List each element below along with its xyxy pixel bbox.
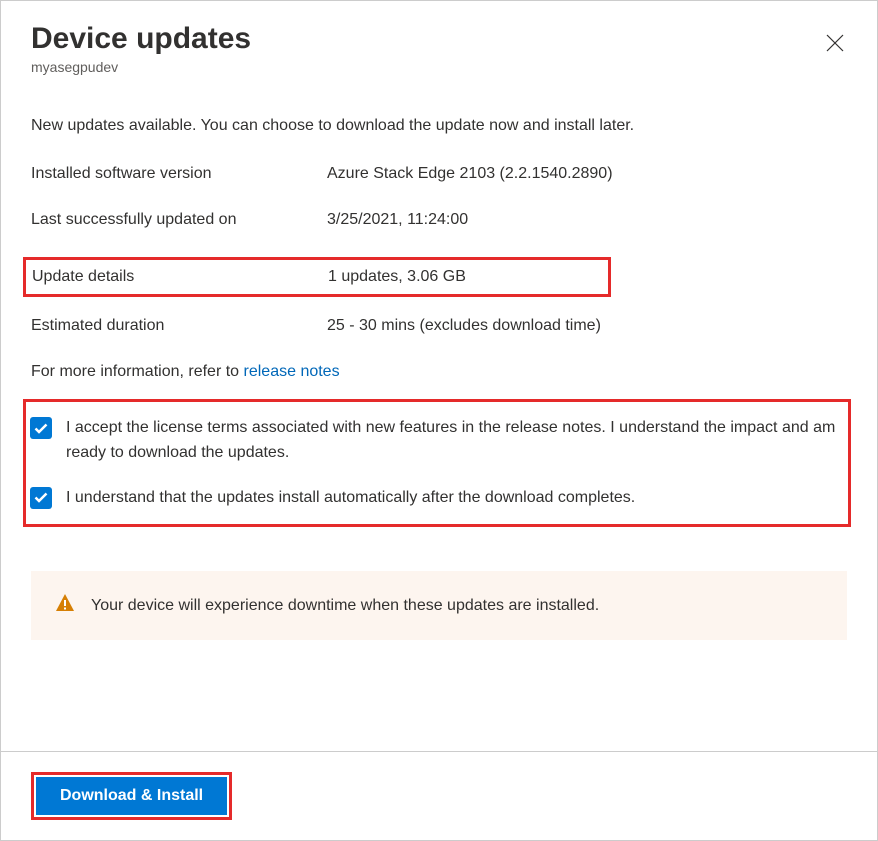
auto-install-checkbox[interactable]: [30, 487, 52, 509]
duration-label: Estimated duration: [31, 317, 327, 335]
accept-license-label: I accept the license terms associated wi…: [66, 416, 838, 466]
page-title: Device updates: [31, 21, 847, 57]
update-details-row: Update details 1 updates, 3.06 GB: [32, 268, 602, 286]
device-name: myasegpudev: [31, 59, 847, 75]
checkbox-highlight: I accept the license terms associated wi…: [23, 399, 851, 527]
intro-text: New updates available. You can choose to…: [31, 117, 847, 135]
installed-version-row: Installed software version Azure Stack E…: [31, 165, 847, 183]
installed-version-value: Azure Stack Edge 2103 (2.2.1540.2890): [327, 165, 847, 183]
more-info-text: For more information, refer to release n…: [31, 363, 847, 381]
close-icon: [826, 34, 844, 52]
release-notes-link[interactable]: release notes: [244, 363, 340, 380]
accept-license-checkbox[interactable]: [30, 417, 52, 439]
duration-row: Estimated duration 25 - 30 mins (exclude…: [31, 317, 847, 335]
last-updated-label: Last successfully updated on: [31, 211, 327, 229]
download-install-highlight: Download & Install: [31, 772, 232, 820]
panel-header: Device updates myasegpudev: [1, 1, 877, 83]
panel-footer: Download & Install: [1, 751, 877, 840]
close-button[interactable]: [823, 31, 847, 55]
download-install-button[interactable]: Download & Install: [36, 777, 227, 815]
duration-value: 25 - 30 mins (excludes download time): [327, 317, 847, 335]
warning-banner: Your device will experience downtime whe…: [31, 571, 847, 640]
check-icon: [34, 423, 48, 434]
check-icon: [34, 492, 48, 503]
update-details-value: 1 updates, 3.06 GB: [328, 268, 602, 286]
more-info-prefix: For more information, refer to: [31, 363, 244, 380]
accept-license-row: I accept the license terms associated wi…: [30, 416, 838, 466]
warning-icon: [55, 593, 75, 618]
update-details-highlight: Update details 1 updates, 3.06 GB: [23, 257, 611, 297]
warning-text: Your device will experience downtime whe…: [91, 597, 599, 615]
installed-version-label: Installed software version: [31, 165, 327, 183]
panel-content: New updates available. You can choose to…: [1, 83, 877, 751]
last-updated-value: 3/25/2021, 11:24:00: [327, 211, 847, 229]
device-updates-panel: Device updates myasegpudev New updates a…: [0, 0, 878, 841]
update-details-label: Update details: [32, 268, 328, 286]
auto-install-label: I understand that the updates install au…: [66, 486, 635, 511]
auto-install-row: I understand that the updates install au…: [30, 486, 838, 511]
last-updated-row: Last successfully updated on 3/25/2021, …: [31, 211, 847, 229]
